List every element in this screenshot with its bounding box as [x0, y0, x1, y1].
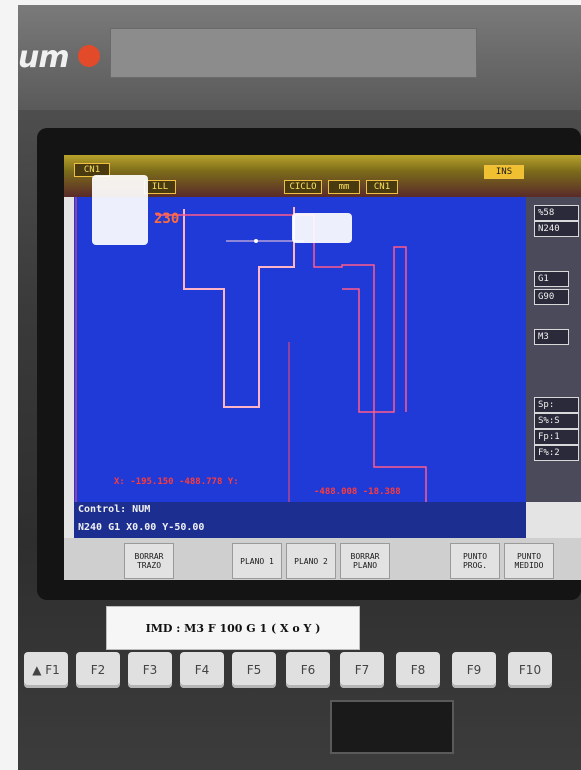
status-g1: G1 [534, 271, 569, 287]
screen-glare-left [92, 175, 148, 245]
program-line: N240 G1 X0.00 Y-50.00 [78, 522, 205, 533]
fkey-f9[interactable]: F9 [452, 652, 496, 688]
softkey-punto-medido[interactable]: PUNTO MEDIDO [504, 543, 554, 579]
softkey-plano-1[interactable]: PLANO 1 [232, 543, 282, 579]
function-key-row: ▲ F1 F2 F3 F4 F5 F6 F7 F8 F9 F10 [18, 652, 581, 692]
brand-logo-icon [78, 45, 100, 67]
fkey-f5[interactable]: F5 [232, 652, 276, 688]
fkey-f4[interactable]: F4 [180, 652, 224, 688]
fkey-f1[interactable]: ▲ F1 [24, 652, 68, 688]
fkey-f7[interactable]: F7 [340, 652, 384, 688]
status-feed-percent: F%:2 [534, 445, 579, 461]
fkey-f2[interactable]: F2 [76, 652, 120, 688]
status-tag-ciclo: CICLO [284, 180, 322, 194]
inner-profile-path [183, 207, 295, 408]
status-feed: Fp:1 [534, 429, 579, 445]
fkey-f10[interactable]: F10 [508, 652, 552, 688]
reference-point [254, 239, 258, 243]
x-coordinate-readout: X: -195.150 -488.778 Y: [114, 477, 239, 487]
fkey-f8[interactable]: F8 [396, 652, 440, 688]
status-spindle-percent: S%:S [534, 413, 579, 429]
status-m3: M3 [534, 329, 569, 345]
status-block-number: N240 [534, 221, 579, 237]
imd-label: IMD : M3 F 100 G 1 ( X o Y ) [106, 606, 360, 650]
marker-value: 230 [154, 211, 180, 227]
status-tag-ill: ILL [144, 180, 176, 194]
outer-profile-path [156, 214, 427, 502]
softkey-bar: BORRAR TRAZO PLANO 1 PLANO 2 BORRAR PLAN… [64, 538, 581, 580]
screen-glare-center [292, 213, 352, 243]
control-label: Control: NUM [78, 504, 151, 515]
softkey-punto-prog[interactable]: PUNTO PROG. [450, 543, 500, 579]
softkey-plano-2[interactable]: PLANO 2 [286, 543, 336, 579]
status-spindle: Sp: [534, 397, 579, 413]
status-tag-ins: INS [484, 165, 524, 179]
brand-logo-text: um [18, 40, 70, 75]
label-plate [110, 28, 477, 78]
fkey-f3[interactable]: F3 [128, 652, 172, 688]
cnc-screen: CN1 ILL CICLO mm CN1 INS 230 X: -195.150… [64, 155, 581, 580]
softkey-borrar-plano[interactable]: BORRAR PLANO [340, 543, 390, 579]
fkey-f6[interactable]: F6 [286, 652, 330, 688]
bottom-slot [330, 700, 454, 754]
status-tag-cn1-mid: CN1 [366, 180, 398, 194]
softkey-borrar-trazo[interactable]: BORRAR TRAZO [124, 543, 174, 579]
status-side-panel: %58 N240 G1 G90 M3 Sp: S%:S Fp:1 F%:2 [526, 197, 581, 502]
status-g90: G90 [534, 289, 569, 305]
status-tag-mm: mm [328, 180, 360, 194]
control-info-bar: Control: NUM N240 G1 X0.00 Y-50.00 [74, 502, 526, 538]
status-percent: %58 [534, 205, 579, 221]
y-coordinate-readout: -488.008 -18.388 [314, 487, 401, 497]
